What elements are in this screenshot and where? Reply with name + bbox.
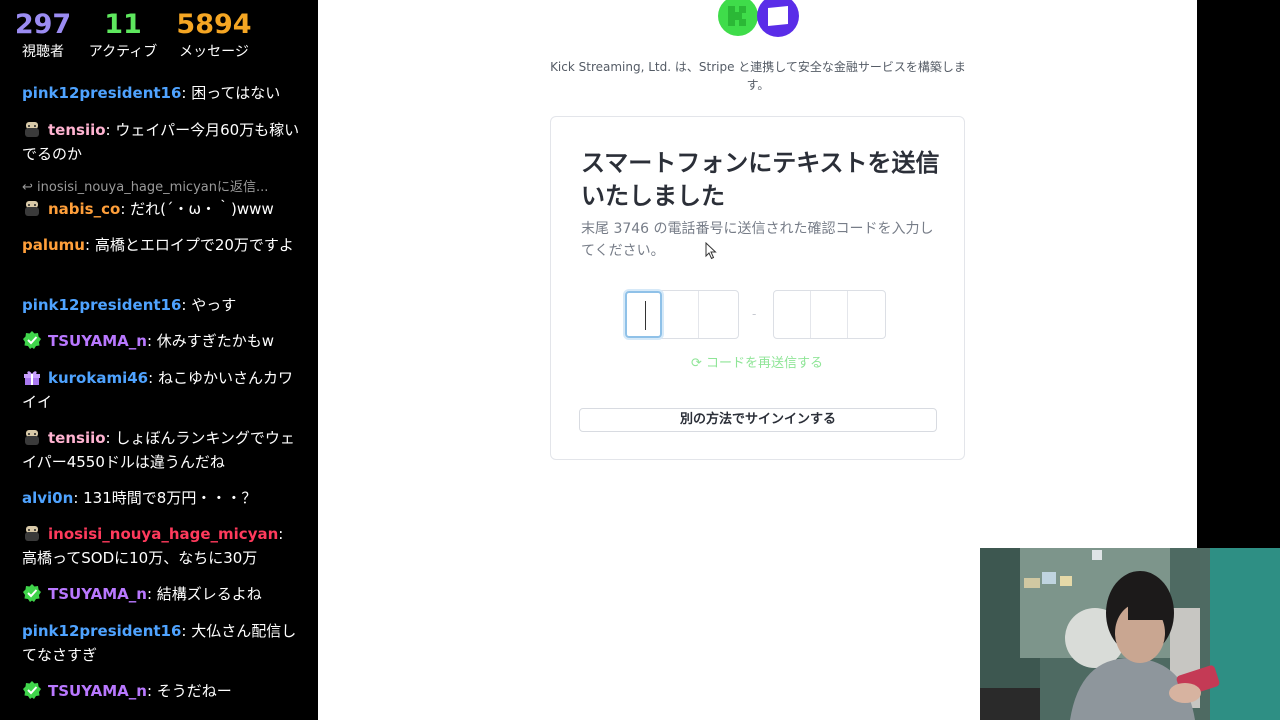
avatar-icon xyxy=(22,523,42,543)
chat-overlay: 297 視聴者 11 アクティブ 5894 メッセージ pink12presid… xyxy=(0,0,318,720)
verification-card: スマートフォンにテキストを送信いたしました 末尾 3746 の電話番号に送信され… xyxy=(550,116,965,460)
chat-message: inosisi_nouya_hage_micyan: 高橋ってSODに10万、な… xyxy=(22,523,284,567)
message-count: 5894 メッセージ xyxy=(172,8,256,62)
resend-code-label: コードを再送信する xyxy=(706,356,824,371)
alternate-signin-button[interactable]: 別の方法でサインインする xyxy=(579,408,937,432)
resend-code-link[interactable]: ⟳ コードを再送信する xyxy=(691,355,823,373)
chat-message: alvi0n: 131時間で8万円・・・？ xyxy=(22,489,257,507)
avatar-icon xyxy=(22,119,42,139)
webcam-feed xyxy=(980,548,1280,720)
code-digit-2[interactable] xyxy=(662,291,699,338)
chat-username[interactable]: pink12president16 xyxy=(22,84,181,102)
verified-icon xyxy=(22,330,42,350)
avatar-icon xyxy=(22,427,42,447)
chat-message: pink12president16: 困ってはない xyxy=(22,84,281,102)
chat-username[interactable]: TSUYAMA_n xyxy=(48,332,147,350)
chat-text: そうだねー xyxy=(156,682,232,700)
chat-username[interactable]: kurokami46 xyxy=(48,369,148,387)
code-digit-3[interactable] xyxy=(699,291,736,338)
card-description: 末尾 3746 の電話番号に送信された確認コードを入力してください。 xyxy=(581,221,934,259)
chat-message: kurokami46: ねこゆかいさんカワイイ xyxy=(22,367,293,411)
chat-text: だれ(´・ω・｀)www xyxy=(130,200,274,218)
reply-target: inosisi_nouya_hage_micyanに返信... xyxy=(37,180,269,195)
chat-text: 結構ズレるよね xyxy=(156,585,262,603)
chat-username[interactable]: pink12president16 xyxy=(22,296,181,314)
active-count-label: アクティブ xyxy=(88,44,158,60)
code-digit-4[interactable] xyxy=(774,291,811,338)
stream-stats: 297 視聴者 11 アクティブ 5894 メッセージ xyxy=(0,0,318,76)
chat-text: 高橋ってSODに10万、なちに30万 xyxy=(22,549,258,567)
active-count-value: 11 xyxy=(104,9,142,40)
message-count-label: メッセージ xyxy=(179,44,249,60)
active-count: 11 アクティブ xyxy=(84,8,162,62)
code-input-group-1 xyxy=(624,290,739,339)
kick-stripe-logo xyxy=(718,0,800,42)
stripe-partner-notice: Kick Streaming, Ltd. は、Stripe と連携して安全な金融… xyxy=(550,60,966,92)
chat-username[interactable]: inosisi_nouya_hage_micyan xyxy=(48,525,278,543)
reply-indicator[interactable]: ↩ inosisi_nouya_hage_micyanに返信... xyxy=(22,179,268,197)
code-separator: - xyxy=(752,307,757,321)
chat-message: tensiio: ウェイパー今月60万も稼いでるのか xyxy=(22,119,300,163)
refresh-icon: ⟳ xyxy=(691,356,702,371)
code-digit-1[interactable] xyxy=(625,291,662,338)
chat-username[interactable]: tensiio xyxy=(48,121,106,139)
chat-message: pink12president16: 大仏さん配信してなさすぎ xyxy=(22,622,297,664)
chat-username[interactable]: tensiio xyxy=(48,429,106,447)
viewer-count: 297 視聴者 xyxy=(14,8,72,62)
code-digit-5[interactable] xyxy=(811,291,848,338)
message-count-value: 5894 xyxy=(176,9,252,40)
chat-message: TSUYAMA_n: そうだねー xyxy=(22,679,300,703)
chat-text: 高橋とエロイプで20万ですよ xyxy=(94,236,294,254)
chat-message: tensiio: しょぼんランキングでウェイパー4550ドルは違うんだね xyxy=(22,427,295,471)
chat-username[interactable]: alvi0n xyxy=(22,489,73,507)
chat-username[interactable]: palumu xyxy=(22,236,85,254)
mouse-cursor-icon xyxy=(705,241,717,260)
chat-text: 131時間で8万円・・・？ xyxy=(83,489,257,507)
code-input-group-2 xyxy=(773,290,886,339)
chat-username[interactable]: pink12president16 xyxy=(22,622,181,640)
avatar-icon xyxy=(22,198,42,218)
reply-arrow-icon: ↩ xyxy=(22,180,38,195)
chat-username[interactable]: TSUYAMA_n xyxy=(48,585,147,603)
chat-message: palumu: 高橋とエロイプで20万ですよ xyxy=(22,236,294,254)
viewer-count-label: 視聴者 xyxy=(22,44,64,60)
chat-message: TSUYAMA_n: 結構ズレるよね xyxy=(22,582,300,606)
chat-username[interactable]: nabis_co xyxy=(48,200,120,218)
chat-message: TSUYAMA_n: 休みすぎたかもw xyxy=(22,329,300,353)
chat-message: pink12president16: やっす xyxy=(22,296,237,314)
chat-message: nabis_co: だれ(´・ω・｀)www xyxy=(22,197,300,221)
chat-text: 困ってはない xyxy=(191,84,281,102)
text-caret xyxy=(645,301,646,330)
chat-text: 休みすぎたかもw xyxy=(156,332,275,350)
viewer-count-value: 297 xyxy=(14,9,72,40)
chat-text: やっす xyxy=(191,296,237,314)
verified-icon xyxy=(22,680,42,700)
verified-icon xyxy=(22,583,42,603)
gift-icon xyxy=(22,367,42,387)
chat-username[interactable]: TSUYAMA_n xyxy=(48,682,147,700)
card-title: スマートフォンにテキストを送信いたしました xyxy=(581,149,940,210)
code-digit-6[interactable] xyxy=(848,291,885,338)
